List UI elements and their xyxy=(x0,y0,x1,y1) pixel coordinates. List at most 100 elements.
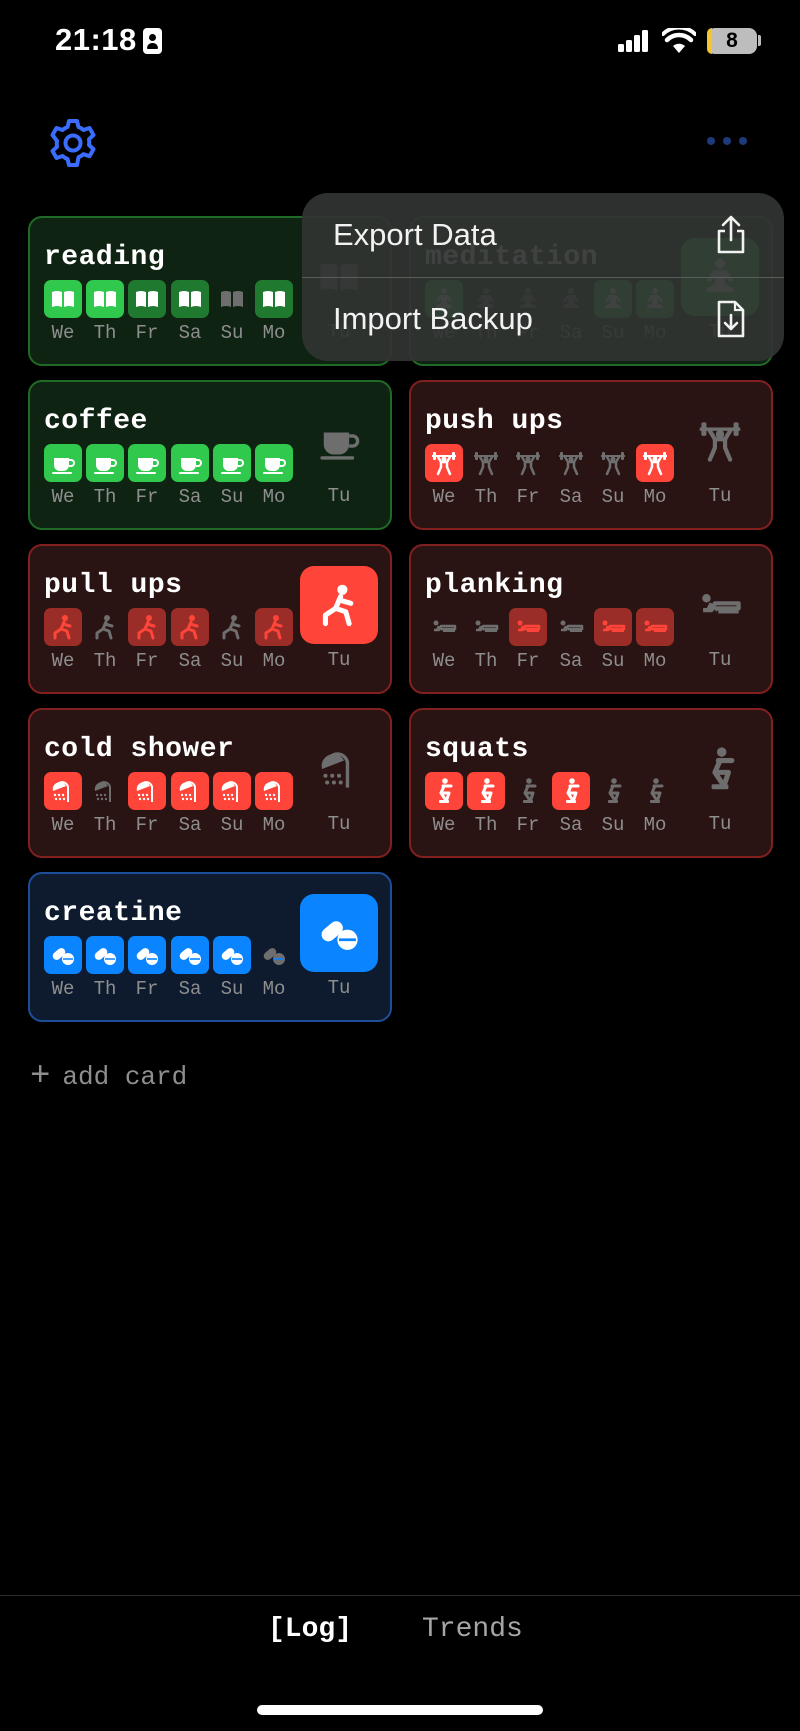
day-cell[interactable]: Th xyxy=(86,608,124,672)
day-label: Th xyxy=(93,650,117,672)
day-cell[interactable]: Su xyxy=(594,608,632,672)
day-cell[interactable]: Fr xyxy=(509,608,547,672)
day-cell[interactable]: Th xyxy=(467,444,505,508)
day-cell[interactable]: We xyxy=(44,936,82,1000)
today-label: Tu xyxy=(708,813,732,835)
day-cell[interactable]: Sa xyxy=(171,936,209,1000)
day-cell[interactable]: Su xyxy=(213,608,251,672)
day-cell[interactable]: Sa xyxy=(552,772,590,836)
day-status xyxy=(86,280,124,318)
day-status xyxy=(467,444,505,482)
day-cell[interactable]: We xyxy=(425,444,463,508)
coffee-icon xyxy=(92,450,118,476)
day-cell[interactable]: Th xyxy=(86,280,124,344)
day-cell[interactable]: Th xyxy=(86,444,124,508)
day-cell[interactable]: Sa xyxy=(171,608,209,672)
day-cell[interactable]: Mo xyxy=(255,936,293,1000)
plank-icon xyxy=(600,614,626,640)
today-cell[interactable]: Tu xyxy=(681,566,759,671)
add-card-button[interactable]: + add card xyxy=(30,1060,187,1094)
home-indicator xyxy=(257,1705,543,1715)
import-backup-menu-item[interactable]: Import Backup xyxy=(302,277,784,361)
tab-log[interactable]: [Log] xyxy=(268,1614,352,1645)
day-label: Sa xyxy=(559,486,583,508)
day-cell[interactable]: We xyxy=(44,608,82,672)
habit-card[interactable]: coffee We Th Fr Sa Su Mo Tu xyxy=(28,380,392,530)
day-cell[interactable]: Su xyxy=(213,444,251,508)
today-label: Tu xyxy=(327,813,351,835)
day-cell[interactable]: Sa xyxy=(171,772,209,836)
plus-icon: + xyxy=(30,1058,51,1096)
habit-card[interactable]: pull ups We Th Fr Sa Su Mo Tu xyxy=(28,544,392,694)
day-cell[interactable]: Fr xyxy=(509,444,547,508)
day-cell[interactable]: Sa xyxy=(171,280,209,344)
habit-card[interactable]: creatine We Th Fr Sa Su Mo Tu xyxy=(28,872,392,1022)
day-status xyxy=(552,608,590,646)
day-cell[interactable]: Su xyxy=(594,772,632,836)
day-cell[interactable]: Su xyxy=(213,280,251,344)
day-cell[interactable]: Fr xyxy=(128,772,166,836)
book-icon xyxy=(92,286,118,312)
coffee-icon xyxy=(134,450,160,476)
day-label: We xyxy=(432,486,456,508)
habit-card[interactable]: planking We Th Fr Sa Su Mo Tu xyxy=(409,544,773,694)
day-cell[interactable]: Mo xyxy=(636,444,674,508)
weightlift-icon xyxy=(431,450,457,476)
day-cell[interactable]: Su xyxy=(213,936,251,1000)
status-time: 21:18 xyxy=(55,22,137,57)
day-cell[interactable]: Mo xyxy=(255,608,293,672)
day-cell[interactable]: Mo xyxy=(636,608,674,672)
wifi-icon xyxy=(662,28,696,53)
day-cell[interactable]: Fr xyxy=(128,444,166,508)
today-cell[interactable]: Tu xyxy=(681,402,759,507)
today-cell[interactable]: Tu xyxy=(300,566,378,671)
day-status xyxy=(128,772,166,810)
day-cell[interactable]: We xyxy=(44,444,82,508)
day-label: Mo xyxy=(643,650,667,672)
day-cell[interactable]: Fr xyxy=(128,608,166,672)
habit-title: pull ups xyxy=(44,570,183,601)
day-cell[interactable]: Sa xyxy=(552,608,590,672)
today-cell[interactable]: Tu xyxy=(300,894,378,999)
day-label: We xyxy=(51,650,75,672)
day-label: We xyxy=(51,486,75,508)
day-cell[interactable]: Sa xyxy=(552,444,590,508)
day-cell[interactable]: Th xyxy=(86,772,124,836)
import-backup-label: Import Backup xyxy=(333,301,533,336)
day-cell[interactable]: Su xyxy=(213,772,251,836)
shower-icon xyxy=(92,778,118,804)
more-options-icon[interactable] xyxy=(705,134,749,148)
today-label: Tu xyxy=(327,485,351,507)
day-cell[interactable]: Th xyxy=(467,772,505,836)
day-cell[interactable]: Mo xyxy=(255,772,293,836)
day-cell[interactable]: Sa xyxy=(171,444,209,508)
today-cell[interactable]: Tu xyxy=(681,730,759,835)
day-label: We xyxy=(51,978,75,1000)
tab-trends[interactable]: Trends xyxy=(422,1614,523,1645)
day-cell[interactable]: We xyxy=(425,772,463,836)
today-cell[interactable]: Tu xyxy=(300,730,378,835)
day-status xyxy=(213,936,251,974)
habit-card[interactable]: squats We Th Fr Sa Su Mo Tu xyxy=(409,708,773,858)
export-data-menu-item[interactable]: Export Data xyxy=(302,193,784,277)
day-cell[interactable]: We xyxy=(44,280,82,344)
day-cell[interactable]: Fr xyxy=(509,772,547,836)
day-status xyxy=(171,608,209,646)
habit-card[interactable]: cold shower We Th Fr Sa Su Mo Tu xyxy=(28,708,392,858)
day-cell[interactable]: Th xyxy=(86,936,124,1000)
day-cell[interactable]: Su xyxy=(594,444,632,508)
habit-title: planking xyxy=(425,570,564,601)
day-cell[interactable]: Fr xyxy=(128,280,166,344)
day-cell[interactable]: Fr xyxy=(128,936,166,1000)
habit-card[interactable]: push ups We Th Fr Sa Su Mo Tu xyxy=(409,380,773,530)
day-cell[interactable]: Mo xyxy=(255,444,293,508)
day-cell[interactable]: Th xyxy=(467,608,505,672)
day-cell[interactable]: Mo xyxy=(255,280,293,344)
squat-icon xyxy=(515,778,541,804)
day-cell[interactable]: We xyxy=(44,772,82,836)
day-cell[interactable]: Mo xyxy=(636,772,674,836)
shower-icon xyxy=(219,778,245,804)
today-cell[interactable]: Tu xyxy=(300,402,378,507)
day-cell[interactable]: We xyxy=(425,608,463,672)
settings-gear-icon[interactable] xyxy=(48,118,98,168)
